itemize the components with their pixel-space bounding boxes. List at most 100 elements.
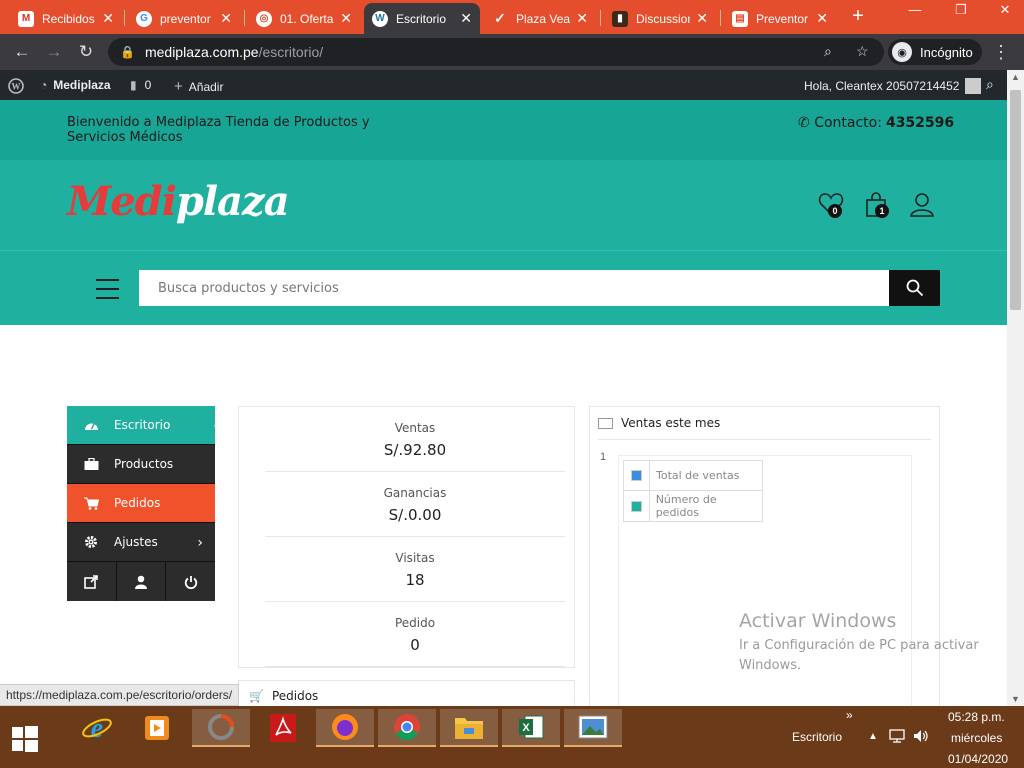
wp-add-new[interactable]: + Añadir [174,78,223,95]
incognito-badge[interactable]: ◉ Incógnito [888,39,982,65]
power-icon[interactable] [166,562,215,601]
chart-legend: Total de ventas Número de pedidos [623,460,763,522]
logo-part1: Medi [67,178,177,225]
show-hidden-icons[interactable]: ▲ [868,731,878,742]
user-icon[interactable] [117,562,167,601]
check-icon: ✓ [494,10,506,26]
tab-preventor-docs[interactable]: ▤ Preventor ✕ [724,3,836,34]
sidebar-item-escritorio[interactable]: Escritorio [67,406,223,445]
close-icon[interactable]: ✕ [816,10,828,27]
contact-info: ✆ Contacto: 4352596 [798,115,954,131]
product-search-input[interactable] [139,270,889,306]
tab-recibidos[interactable]: M Recibidos ✕ [10,3,122,34]
back-icon[interactable]: ← [12,42,32,62]
zoom-icon[interactable]: ⌕ [824,43,832,60]
stat-label: Visitas [395,551,435,565]
url-path: /escritorio/ [258,44,324,60]
reload-icon[interactable]: ↻ [76,42,96,62]
stat-label: Pedido [394,616,436,630]
hamburger-menu-icon[interactable] [96,279,119,306]
google-icon: G [136,10,152,27]
stat-value: S/.92.80 [383,441,447,459]
site-header: Mediplaza 0 1 [0,160,1007,250]
recorder-icon[interactable] [192,709,250,747]
browser-menu-icon[interactable]: ⋮ [992,42,1010,63]
site-logo[interactable]: Mediplaza [67,178,290,225]
url-field[interactable]: 🔒 mediplaza.com.pe/escritorio/ ⌕ ☆ [108,38,884,66]
restore-icon[interactable]: ❐ [946,2,976,18]
search-button[interactable] [889,270,940,306]
photos-icon[interactable] [564,709,622,747]
wp-account[interactable]: Hola, Cleantex 20507214452 [804,78,982,94]
sidebar-item-productos[interactable]: Productos [67,445,215,484]
external-link-icon[interactable] [67,562,117,601]
close-icon[interactable]: ✕ [576,10,588,27]
tab-oferta[interactable]: ◎ 01. Oferta ✕ [248,3,360,34]
lock-icon: 🔒 [120,45,135,59]
ie-icon[interactable]: e [68,709,126,747]
bookmark-star-icon[interactable]: ☆ [856,43,869,60]
chrome-icon[interactable] [378,709,436,747]
wp-greeting: Hola, Cleantex 20507214452 [804,79,960,93]
tab-escritorio[interactable]: W Escritorio ✕ [364,3,480,34]
file-explorer-icon[interactable] [440,709,498,747]
incognito-label: Incógnito [920,44,973,60]
wordpress-logo-icon[interactable]: W [8,78,24,94]
svg-text:e: e [91,713,103,744]
user-account-icon[interactable] [910,192,938,220]
tab-preventor-google[interactable]: G preventor ✕ [128,3,240,34]
clock-day[interactable]: miércoles [951,731,1002,745]
close-icon[interactable]: ✕ [102,10,114,27]
docs-icon: ▤ [732,10,748,27]
excel-icon[interactable]: X [502,709,560,747]
new-tab-button[interactable]: + [846,5,870,28]
svg-text:X: X [522,722,530,734]
y-axis-tick: 1 [600,451,607,463]
page-scrollbar[interactable]: ▲ ▼ [1007,70,1024,706]
close-icon[interactable]: ✕ [696,10,708,27]
close-icon[interactable]: ✕ [460,10,472,27]
tab-title: Preventor [756,11,809,26]
volume-icon[interactable] [913,729,929,746]
tab-title: preventor [160,11,211,26]
overflow-chevron-icon[interactable]: » [846,708,853,722]
close-window-icon[interactable]: ✕ [990,2,1020,18]
minimize-icon[interactable]: — [900,2,930,17]
dashboard-sidebar: Escritorio Productos Pedidos Ajustes › [67,406,223,601]
clock-date[interactable]: 01/04/2020 [948,752,1008,766]
wp-site-link[interactable]: ◔ Mediplaza [40,78,111,92]
sidebar-item-ajustes[interactable]: Ajustes › [67,523,215,562]
url-host: mediplaza.com.pe [144,44,259,60]
windows-start-icon[interactable] [12,726,38,755]
forward-icon[interactable]: → [44,42,64,62]
legend-item-numero-pedidos[interactable]: Número de pedidos [624,491,762,521]
book-icon: ▮ [612,10,628,27]
search-icon[interactable]: ⌕ [986,76,994,93]
tab-title: Escritorio [396,11,447,26]
logo-part2: plaza [175,178,290,225]
sidebar-item-label: Escritorio [114,418,171,432]
acrobat-icon[interactable] [254,709,312,747]
tab-plaza-vea[interactable]: ✓ Plaza Vea ✕ [484,3,596,34]
plus-icon: + [174,78,183,95]
chart-card-title: Ventas este mes [621,416,721,430]
media-player-icon[interactable] [128,709,186,747]
sidebar-item-pedidos[interactable]: Pedidos [67,484,215,523]
network-icon[interactable] [889,729,905,746]
desktop-toolbar-label[interactable]: Escritorio [792,730,842,744]
comment-icon: ▮ [130,78,137,92]
clock-time[interactable]: 05:28 p.m. [948,710,1005,724]
close-icon[interactable]: ✕ [340,10,352,27]
stat-value: S/.0.00 [388,506,442,524]
legend-item-total-ventas[interactable]: Total de ventas [624,460,762,491]
tab-title: 01. Oferta [280,11,334,26]
scrollbar-thumb[interactable] [1010,90,1021,310]
stat-label: Ganancias [383,486,447,500]
incognito-icon: ◉ [892,42,912,62]
close-icon[interactable]: ✕ [220,10,232,27]
watermark-subtitle: Ir a Configuración de PC para activar Wi… [739,638,979,673]
firefox-icon[interactable] [316,709,374,747]
wp-comments-link[interactable]: ▮ 0 [130,78,151,92]
tab-discussion[interactable]: ▮ Discussion ✕ [604,3,716,34]
contact-number[interactable]: 4352596 [886,115,954,131]
